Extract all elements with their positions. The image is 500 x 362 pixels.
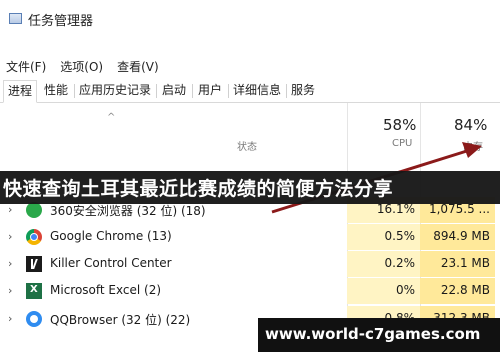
- tab-startup[interactable]: 启动: [158, 80, 190, 101]
- column-cpu[interactable]: CPU: [392, 138, 412, 149]
- expand-chevron-icon[interactable]: ›: [8, 284, 12, 297]
- sort-caret-icon[interactable]: ^: [107, 112, 115, 123]
- process-name: Killer Control Center: [50, 256, 172, 270]
- tab-users[interactable]: 用户: [194, 80, 226, 101]
- tab-details[interactable]: 详细信息: [230, 80, 284, 101]
- killer-icon: [26, 256, 42, 272]
- watermark-url-box: www.world-c7games.com: [258, 318, 500, 352]
- tab-separator: [228, 84, 229, 98]
- chrome-icon: [26, 229, 42, 245]
- tab-separator: [156, 84, 157, 98]
- memory-percent[interactable]: 84%: [454, 116, 487, 134]
- process-row[interactable]: › X Microsoft Excel (2) 0% 22.8 MB: [0, 278, 500, 304]
- expand-chevron-icon[interactable]: ›: [8, 203, 12, 216]
- expand-chevron-icon[interactable]: ›: [8, 230, 12, 243]
- qqbrowser-icon: [26, 311, 42, 327]
- excel-icon: X: [26, 283, 42, 299]
- expand-chevron-icon[interactable]: ›: [8, 257, 12, 270]
- expand-chevron-icon[interactable]: ›: [8, 312, 12, 325]
- menu-view[interactable]: 查看(V): [117, 56, 159, 76]
- tab-separator: [286, 84, 287, 98]
- tab-bar: 进程 性能 应用历史记录 启动 用户 详细信息 服务: [0, 80, 500, 103]
- watermark-url: www.world-c7games.com: [265, 325, 481, 343]
- process-cpu: 0.5%: [384, 229, 416, 243]
- process-cpu: 0.2%: [384, 256, 416, 270]
- tab-separator: [74, 84, 75, 98]
- column-memory[interactable]: 内存: [463, 138, 483, 153]
- title-bar: 任务管理器: [0, 0, 500, 34]
- window-title: 任务管理器: [28, 14, 94, 29]
- browser-360-icon: [26, 202, 42, 218]
- process-name: Google Chrome (13): [50, 229, 172, 243]
- process-name: Microsoft Excel (2): [50, 283, 162, 297]
- headline-text: 快速查询土耳其最近比赛成绩的简便方法分享: [3, 178, 394, 200]
- process-name: QQBrowser (32 位) (22): [50, 313, 191, 327]
- process-cpu: 0%: [395, 283, 415, 297]
- cpu-percent[interactable]: 58%: [383, 116, 416, 134]
- process-memory: 894.9 MB: [433, 229, 490, 243]
- process-cpu: 16.1%: [376, 202, 415, 216]
- process-memory: 22.8 MB: [440, 283, 490, 297]
- tab-performance[interactable]: 性能: [40, 80, 72, 101]
- process-memory: 1,075.5 ...: [428, 202, 490, 216]
- process-memory: 23.1 MB: [440, 256, 490, 270]
- tab-processes[interactable]: 进程: [3, 80, 37, 103]
- tab-services[interactable]: 服务: [288, 80, 318, 101]
- headline-banner: 快速查询土耳其最近比赛成绩的简便方法分享: [0, 171, 500, 204]
- process-name: 360安全浏览器 (32 位) (18): [50, 204, 206, 218]
- menu-options[interactable]: 选项(O): [60, 56, 103, 76]
- menu-bar: 文件(F) 选项(O) 查看(V): [0, 56, 167, 76]
- tab-separator: [192, 84, 193, 98]
- menu-file[interactable]: 文件(F): [6, 56, 46, 76]
- column-status[interactable]: 状态: [237, 138, 257, 153]
- process-row[interactable]: › Killer Control Center 0.2% 23.1 MB: [0, 251, 500, 277]
- task-manager-icon: [9, 13, 22, 24]
- process-row[interactable]: › Google Chrome (13) 0.5% 894.9 MB: [0, 224, 500, 250]
- tab-app-history[interactable]: 应用历史记录: [76, 80, 154, 101]
